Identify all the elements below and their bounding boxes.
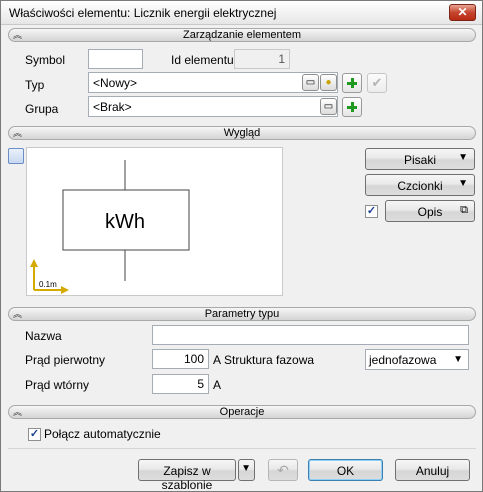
cancel-button[interactable]: Anuluj xyxy=(395,459,470,481)
dropdown-arrow-icon: ▼ xyxy=(453,354,463,365)
element-id-value: 1 xyxy=(278,52,285,66)
dropdown-arrow-icon: ▼ xyxy=(241,463,251,474)
description-checkbox[interactable]: ✓ xyxy=(365,205,378,218)
auto-connect-label[interactable]: Połącz automatycznie xyxy=(44,427,161,441)
secondary-current-input[interactable]: 5 xyxy=(152,374,209,394)
plus-icon-stem xyxy=(351,78,354,88)
add-group-button[interactable] xyxy=(342,97,362,117)
name-input[interactable] xyxy=(152,325,469,345)
phase-structure-select[interactable]: jednofazowa ▼ xyxy=(365,349,469,370)
close-button[interactable]: ✕ xyxy=(449,4,476,21)
symbol-preview: kWh 0.1m xyxy=(26,147,283,296)
copy-appearance-icon[interactable] xyxy=(8,148,24,164)
group-value: <Brak> xyxy=(93,100,132,114)
primary-current-label: Prąd pierwotny xyxy=(25,353,106,367)
primary-current-input[interactable]: 100 xyxy=(152,349,209,369)
undo-button[interactable]: ↶ xyxy=(268,459,298,481)
type-selector[interactable]: <Nowy> ▭ ● xyxy=(88,72,338,93)
section-header-management[interactable]: ︽ Zarządzanie elementem xyxy=(8,28,476,42)
secondary-current-label: Prąd wtórny xyxy=(25,378,90,392)
group-browse-button[interactable]: ▭ xyxy=(320,98,337,115)
document-icon: ▭ xyxy=(305,77,316,88)
symbol-drawing: kWh 0.1m xyxy=(30,160,190,294)
properties-dialog: Właściwości elementu: Licznik energii el… xyxy=(0,0,483,492)
section-title: Operacje xyxy=(219,406,265,418)
name-label: Nazwa xyxy=(25,329,62,343)
symbol-label: Symbol xyxy=(25,53,66,67)
element-id-field: 1 xyxy=(234,49,290,69)
type-value: <Nowy> xyxy=(93,76,138,90)
type-save-button[interactable]: ● xyxy=(320,74,337,91)
add-type-button[interactable] xyxy=(342,73,362,93)
close-icon: ✕ xyxy=(457,5,468,19)
section-header-appearance[interactable]: ︽ Wygląd xyxy=(8,126,476,140)
scale-label: 0.1m xyxy=(39,280,57,289)
symbol-input[interactable] xyxy=(88,49,143,69)
type-browse-button[interactable]: ▭ xyxy=(302,74,319,91)
description-button[interactable]: Opis ⧉ xyxy=(385,200,475,222)
document-icon: ▭ xyxy=(323,101,334,112)
checkmark-icon: ✔ xyxy=(371,75,383,90)
secondary-current-value: 5 xyxy=(197,377,204,391)
title-bar[interactable]: Właściwości elementu: Licznik energii el… xyxy=(1,1,482,25)
window-title: Właściwości elementu: Licznik energii el… xyxy=(9,6,277,20)
bulb-icon: ● xyxy=(325,77,332,88)
plus-icon-stem xyxy=(351,102,354,112)
footer-divider xyxy=(8,448,476,449)
ok-label: OK xyxy=(336,464,355,478)
save-template-label: Zapisz w szablonie xyxy=(161,464,213,492)
dropdown-arrow-icon: ▼ xyxy=(458,178,468,189)
open-window-icon: ⧉ xyxy=(460,204,468,216)
secondary-current-unit: A xyxy=(213,378,222,392)
save-template-menu-button[interactable]: ▼ xyxy=(238,459,255,481)
pens-button[interactable]: Pisaki ▼ xyxy=(365,148,475,170)
section-title: Parametry typu xyxy=(204,308,280,320)
dropdown-arrow-icon: ▼ xyxy=(458,152,468,163)
section-header-operations[interactable]: ︽ Operacje xyxy=(8,405,476,419)
ok-button[interactable]: OK xyxy=(308,459,383,481)
save-template-button[interactable]: Zapisz w szablonie xyxy=(138,459,236,492)
section-header-type-params[interactable]: ︽ Parametry typu xyxy=(8,307,476,321)
type-label: Typ xyxy=(25,78,45,92)
symbol-text: kWh xyxy=(105,211,145,233)
phase-structure-label: Struktura fazowa xyxy=(224,353,315,367)
phase-structure-value: jednofazowa xyxy=(369,353,437,367)
cancel-label: Anuluj xyxy=(415,464,450,478)
section-title: Wygląd xyxy=(223,127,261,139)
section-title: Zarządzanie elementem xyxy=(182,29,301,41)
undo-icon: ↶ xyxy=(277,462,289,478)
confirm-type-button[interactable]: ✔ xyxy=(367,73,387,93)
group-label: Grupa xyxy=(25,102,59,116)
element-id-label: Id elementu xyxy=(171,53,234,67)
fonts-button[interactable]: Czcionki ▼ xyxy=(365,174,475,196)
primary-current-unit: A xyxy=(213,353,222,367)
auto-connect-checkbox[interactable]: ✓ xyxy=(28,428,41,441)
primary-current-value: 100 xyxy=(183,352,204,366)
group-selector[interactable]: <Brak> ▭ xyxy=(88,96,338,117)
